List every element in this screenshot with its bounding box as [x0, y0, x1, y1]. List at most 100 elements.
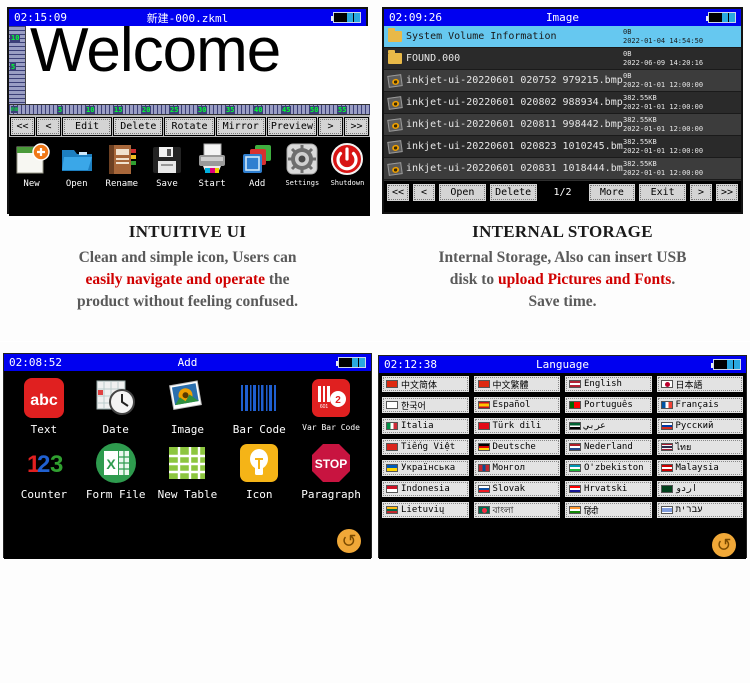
add-item-var-barcode[interactable]: 2 601 Var Bar Code: [299, 377, 363, 436]
prev-page-button[interactable]: <: [412, 183, 436, 202]
language-option[interactable]: 日本語: [655, 375, 744, 393]
table-row[interactable]: inkjet-ui-20220601 020802 988934.bmp 382…: [384, 92, 741, 114]
icon-button-new[interactable]: New: [10, 141, 54, 189]
icon-label: Settings: [285, 179, 320, 187]
add-item-icon[interactable]: Icon: [227, 442, 291, 501]
flag-icon: [386, 464, 398, 472]
language-option[interactable]: عربي: [564, 417, 653, 435]
last-page-button[interactable]: >>: [715, 183, 739, 202]
icon-button-settings[interactable]: Settings: [280, 141, 324, 187]
add-item-date[interactable]: Date: [84, 377, 148, 436]
icon-button-rename[interactable]: Rename: [100, 141, 144, 189]
language-option[interactable]: Português: [564, 396, 653, 414]
language-option[interactable]: Malaysia: [655, 459, 744, 477]
toolbar-delete-button[interactable]: Delete: [113, 116, 164, 136]
language-label: বাংলা: [492, 505, 514, 516]
language-label: Tiếng Việt: [401, 442, 456, 452]
language-option[interactable]: עברית: [655, 501, 744, 519]
caption-internal-storage: INTERNAL STORAGE Internal Storage, Also …: [375, 222, 750, 313]
toolbar-rotate-button[interactable]: Rotate: [164, 116, 215, 136]
canvas-white-area[interactable]: Welcome: [26, 26, 370, 104]
back-button[interactable]: ↺: [712, 533, 736, 557]
language-option[interactable]: Русский: [655, 417, 744, 435]
add-item-form-file[interactable]: X Form File: [84, 442, 148, 501]
hruler-tick: 50: [309, 106, 320, 114]
toolbar-mirror-button[interactable]: Mirror: [215, 116, 266, 136]
language-option[interactable]: Lietuvių: [381, 501, 470, 519]
delete-button[interactable]: Delete: [488, 183, 538, 202]
language-option[interactable]: Español: [472, 396, 561, 414]
table-row[interactable]: inkjet-ui-20220601 020811 998442.bmp 382…: [384, 114, 741, 136]
language-option[interactable]: Français: [655, 396, 744, 414]
icon-button-open[interactable]: Open: [55, 141, 99, 189]
table-row[interactable]: inkjet-ui-20220601 020831 1018444.bmp 38…: [384, 158, 741, 180]
language-option[interactable]: Nederland: [564, 438, 653, 456]
toolbar-prev-button[interactable]: <: [36, 116, 61, 136]
back-button[interactable]: ↺: [337, 529, 361, 553]
toolbar-edit-button[interactable]: Edit: [62, 116, 113, 136]
add-item-label: Paragraph: [301, 488, 361, 501]
language-option[interactable]: Українська: [381, 459, 470, 477]
table-row[interactable]: System Volume Information 0B 2022-01-04 …: [384, 26, 741, 48]
language-option[interactable]: Deutsche: [472, 438, 561, 456]
language-label: 日本語: [675, 380, 703, 391]
add-item-counter[interactable]: 1 2 3 Counter: [12, 442, 76, 501]
clock-time: 02:12:38: [384, 358, 437, 371]
table-row[interactable]: inkjet-ui-20220601 020823 1010245.bmp 38…: [384, 136, 741, 158]
printer-icon: [194, 141, 230, 177]
language-option[interactable]: Tiếng Việt: [381, 438, 470, 456]
toolbar-next-button[interactable]: >: [318, 116, 344, 136]
floppy-disk-icon: [149, 141, 185, 177]
flag-icon: [386, 422, 398, 430]
flag-icon: [477, 380, 490, 388]
file-size: 0B: [623, 49, 632, 58]
language-option[interactable]: اردو: [655, 480, 744, 498]
language-option[interactable]: Slovak: [472, 480, 561, 498]
table-row[interactable]: inkjet-ui-20220601 020752 979215.bmp 0B …: [384, 70, 741, 92]
first-page-button[interactable]: <<: [386, 183, 410, 202]
language-option[interactable]: Монгол: [472, 459, 561, 477]
add-item-new-table[interactable]: New Table: [155, 442, 219, 501]
next-page-button[interactable]: >: [689, 183, 713, 202]
language-option[interactable]: O'zbekiston: [564, 459, 653, 477]
icon-label: Rename: [105, 179, 139, 189]
icon-button-shutdown[interactable]: Shutdown: [325, 141, 369, 187]
rename-book-icon: [104, 141, 140, 177]
add-item-paragraph[interactable]: STOP Paragraph: [299, 442, 363, 501]
file-meta: 0B 2022-06-09 14:20:16: [623, 50, 741, 68]
language-option[interactable]: Indonesia: [381, 480, 470, 498]
add-item-image[interactable]: Image: [155, 377, 219, 436]
icon-button-start[interactable]: Start: [190, 141, 234, 189]
language-option[interactable]: Türk dili: [472, 417, 561, 435]
file-meta: 382.55KB 2022-01-01 12:00:00: [623, 94, 741, 112]
more-button[interactable]: More: [587, 183, 637, 202]
add-item-barcode[interactable]: Bar Code: [227, 377, 291, 436]
file-name: inkjet-ui-20220601 020823 1010245.bmp: [406, 141, 623, 152]
table-row[interactable]: FOUND.000 0B 2022-06-09 14:20:16: [384, 48, 741, 70]
caption-line-2-tail: .: [671, 271, 676, 288]
power-icon: [329, 141, 365, 177]
language-option[interactable]: বাংলা: [472, 501, 561, 519]
icon-button-save[interactable]: Save: [145, 141, 189, 189]
language-option[interactable]: 한국어: [381, 396, 470, 414]
toolbar-first-button[interactable]: <<: [10, 116, 35, 136]
language-option[interactable]: Hrvatski: [564, 480, 653, 498]
exit-button[interactable]: Exit: [638, 183, 687, 202]
language-option[interactable]: 中文繁體: [472, 375, 561, 393]
panel-internal-storage: 02:09:26 Image System Volume Information…: [375, 0, 750, 341]
language-option[interactable]: हिंदी: [564, 501, 653, 519]
language-option[interactable]: English: [564, 375, 653, 393]
open-button[interactable]: Open: [438, 183, 487, 202]
add-item-text[interactable]: abc Text: [12, 377, 76, 436]
label-canvas[interactable]: 10 5 Welcome: [9, 26, 370, 104]
language-option[interactable]: 中文简体: [381, 375, 470, 393]
language-option[interactable]: Italia: [381, 417, 470, 435]
caption-title: INTERNAL STORAGE: [472, 222, 653, 241]
toolbar-last-button[interactable]: >>: [344, 116, 370, 136]
caption-body: Internal Storage, Also can insert USB di…: [375, 247, 750, 313]
toolbar-preview-button[interactable]: Preview: [266, 116, 318, 136]
icon-button-add[interactable]: Add: [235, 141, 279, 189]
language-row: 中文简体 中文繁體 English 日本語: [381, 375, 744, 393]
add-item-label: Text: [30, 423, 58, 436]
language-option[interactable]: ไทย: [655, 438, 744, 456]
